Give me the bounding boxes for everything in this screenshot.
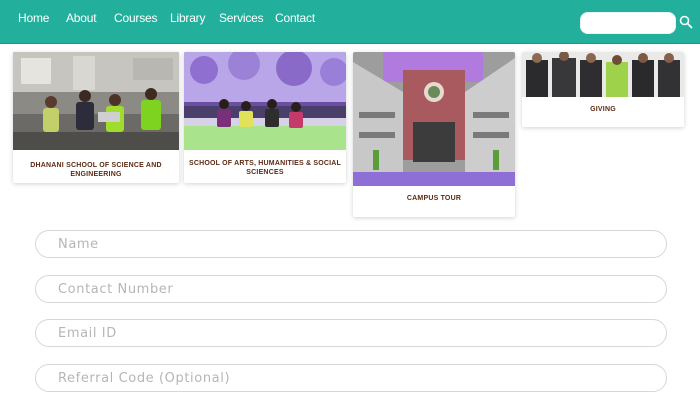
nav-link-about[interactable]: About — [66, 11, 97, 25]
nav-link-library[interactable]: Library — [170, 11, 205, 25]
group-of-dignitaries-photo — [522, 52, 684, 97]
nav-link-courses[interactable]: Courses — [114, 11, 157, 25]
card-arts-humanities[interactable]: SCHOOL OF ARTS, HUMANITIES & SOCIAL SCIE… — [184, 52, 346, 183]
card-campus-tour[interactable]: CAMPUS TOUR — [353, 52, 515, 217]
search-input[interactable] — [580, 12, 676, 34]
search-icon[interactable] — [679, 15, 693, 29]
card-label: GIVING — [590, 106, 616, 113]
card-label: SCHOOL OF ARTS, HUMANITIES & SOCIAL SCIE… — [188, 160, 342, 176]
name-field[interactable] — [35, 230, 667, 258]
nav-link-contact[interactable]: Contact — [275, 11, 315, 25]
nav-link-home[interactable]: Home — [18, 11, 49, 25]
card-science-engineering[interactable]: DHANANI SCHOOL OF SCIENCE AND ENGINEERIN… — [13, 52, 179, 183]
email-field[interactable] — [35, 319, 667, 347]
campus-building-photo — [353, 52, 515, 186]
card-label: CAMPUS TOUR — [406, 195, 462, 202]
students-sitting-outdoors-photo — [184, 52, 346, 150]
card-giving[interactable]: GIVING — [522, 52, 684, 127]
nav-link-services[interactable]: Services — [219, 11, 264, 25]
top-navbar: Home About Courses Library Services Cont… — [0, 0, 700, 44]
card-label: DHANANI SCHOOL OF SCIENCE AND ENGINEERIN… — [30, 162, 162, 178]
contact-number-field[interactable] — [35, 275, 667, 303]
students-in-laboratory-photo — [13, 52, 179, 150]
referral-code-field[interactable] — [35, 364, 667, 392]
